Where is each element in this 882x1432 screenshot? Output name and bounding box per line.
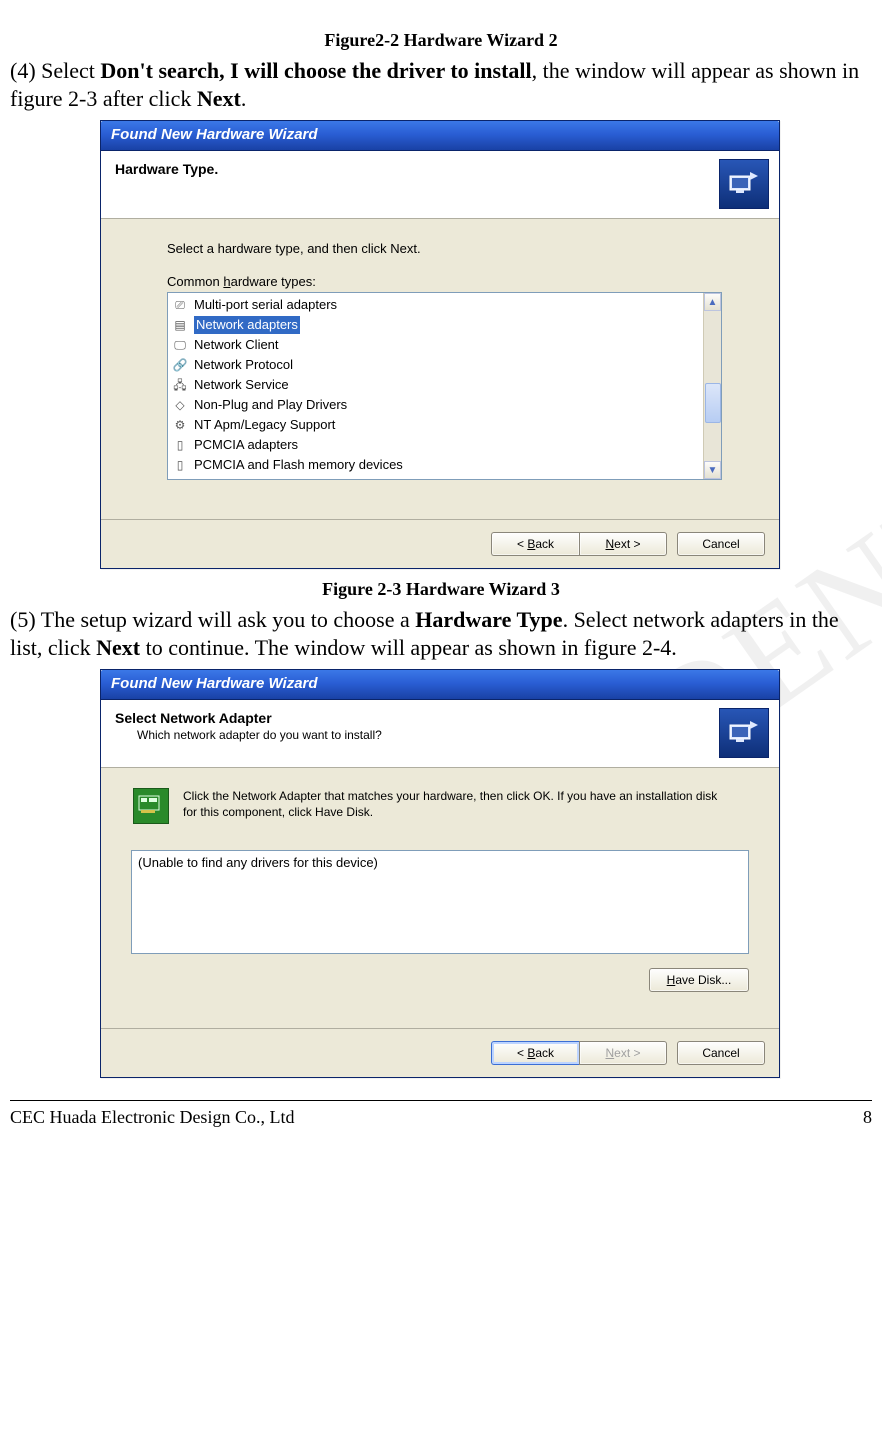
wizard-header-title: Hardware Type. — [115, 161, 765, 177]
scroll-down-button[interactable]: ▼ — [704, 461, 721, 479]
scroll-thumb[interactable] — [705, 383, 721, 423]
adapter-instruction: Click the Network Adapter that matches y… — [183, 788, 723, 820]
network-service-icon: 🖧 — [172, 377, 188, 393]
network-card-icon — [133, 788, 169, 824]
list-item[interactable]: ▯ PCMCIA adapters — [168, 435, 703, 455]
listbox-scrollbar[interactable]: ▲ ▼ — [703, 293, 721, 479]
list-item[interactable]: ▯ PCMCIA and Flash memory devices — [168, 455, 703, 475]
network-client-icon: 🖵 — [172, 337, 188, 353]
figure-caption-2-3: Figure 2-3 Hardware Wizard 3 — [10, 579, 872, 600]
step-4-text: (4) Select Don't search, I will choose t… — [10, 57, 872, 112]
next-button[interactable]: Next > — [579, 532, 667, 556]
cancel-button[interactable]: Cancel — [677, 1041, 765, 1065]
footer-page-number: 8 — [863, 1107, 872, 1128]
cancel-button[interactable]: Cancel — [677, 532, 765, 556]
driver-listbox[interactable]: (Unable to find any drivers for this dev… — [131, 850, 749, 954]
page-footer: CEC Huada Electronic Design Co., Ltd 8 — [10, 1100, 872, 1138]
next-button: Next > — [579, 1041, 667, 1065]
nonpnp-icon: ◇ — [172, 397, 188, 413]
network-protocol-icon: 🔗 — [172, 357, 188, 373]
pcmcia-flash-icon: ▯ — [172, 457, 188, 473]
wizard-footer: < Back Next > Cancel — [101, 520, 779, 568]
footer-company: CEC Huada Electronic Design Co., Ltd — [10, 1107, 294, 1128]
network-adapter-icon: ▤ — [172, 317, 188, 333]
wizard-dialog-select-adapter: Found New Hardware Wizard Select Network… — [100, 669, 780, 1078]
back-button[interactable]: < Back — [491, 532, 579, 556]
nt-apm-icon: ⚙ — [172, 417, 188, 433]
list-item[interactable]: 🖵 Network Client — [168, 335, 703, 355]
list-item[interactable]: ⎚ Multi-port serial adapters — [168, 295, 703, 315]
list-item[interactable]: ⚙ NT Apm/Legacy Support — [168, 415, 703, 435]
wizard-header-title: Select Network Adapter — [115, 710, 765, 726]
wizard-titlebar[interactable]: Found New Hardware Wizard — [101, 121, 779, 151]
wizard-footer: < Back Next > Cancel — [101, 1029, 779, 1077]
scroll-up-button[interactable]: ▲ — [704, 293, 721, 311]
wizard-header-icon — [719, 159, 769, 209]
list-item[interactable]: ▤ Network adapters — [168, 315, 703, 335]
wizard-header: Hardware Type. — [101, 151, 779, 219]
pcmcia-icon: ▯ — [172, 437, 188, 453]
back-button[interactable]: < Back — [491, 1041, 579, 1065]
list-item[interactable]: ◇ Non-Plug and Play Drivers — [168, 395, 703, 415]
list-item[interactable]: 🖧 Network Service — [168, 375, 703, 395]
list-item[interactable]: 🔗 Network Protocol — [168, 355, 703, 375]
step-5-text: (5) The setup wizard will ask you to cho… — [10, 606, 872, 661]
hardware-types-listbox[interactable]: ⎚ Multi-port serial adapters ▤ Network a… — [167, 292, 722, 480]
hardware-types-label: Common hardware types: — [167, 274, 753, 289]
wizard-dialog-hardware-type: Found New Hardware Wizard Hardware Type.… — [100, 120, 780, 569]
wizard-titlebar[interactable]: Found New Hardware Wizard — [101, 670, 779, 700]
have-disk-button[interactable]: Have Disk... — [649, 968, 749, 992]
wizard-header-icon — [719, 708, 769, 758]
wizard-header: Select Network Adapter Which network ada… — [101, 700, 779, 768]
serial-adapter-icon: ⎚ — [172, 297, 188, 313]
figure-caption-2-2: Figure2-2 Hardware Wizard 2 — [10, 30, 872, 51]
driver-list-message: (Unable to find any drivers for this dev… — [138, 855, 378, 870]
wizard-instruction: Select a hardware type, and then click N… — [167, 241, 753, 256]
wizard-header-subtitle: Which network adapter do you want to ins… — [137, 728, 765, 742]
